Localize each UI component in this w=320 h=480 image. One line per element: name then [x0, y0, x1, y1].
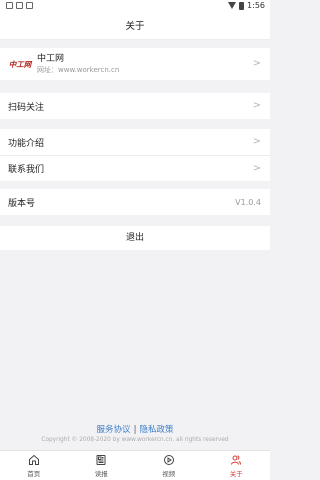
- site-logo: 中工网: [8, 59, 32, 69]
- chevron-right-icon: >: [252, 162, 261, 174]
- tab-home-label: 首页: [27, 469, 41, 478]
- tab-home[interactable]: 首页: [0, 451, 68, 480]
- scan-follow-row[interactable]: 扫码关注 >: [0, 93, 270, 119]
- info-group: 功能介绍 > 联系我们 >: [0, 129, 270, 181]
- scan-group: 扫码关注 >: [0, 93, 270, 119]
- site-name: 中工网: [37, 54, 65, 64]
- status-bar: 1:56: [0, 0, 270, 13]
- tab-read-label: 读报: [94, 469, 108, 478]
- site-url: 网址：www.workercn.cn: [37, 66, 120, 74]
- play-icon: [163, 454, 174, 465]
- tab-about[interactable]: 关于: [203, 451, 271, 480]
- scan-follow-label: 扫码关注: [8, 102, 45, 113]
- users-icon: [231, 455, 242, 465]
- site-info-row[interactable]: 中工网 中工网 网址：www.workercn.cn >: [0, 48, 270, 80]
- tab-about-label: 关于: [229, 469, 243, 478]
- version-label: 版本号: [8, 198, 36, 209]
- status-time: 1:56: [247, 1, 265, 10]
- version-value: V1.0.4: [235, 197, 261, 207]
- notification-icons: [6, 2, 33, 9]
- service-agreement-link[interactable]: 服务协议: [97, 425, 131, 435]
- tab-read[interactable]: 读报: [68, 451, 136, 480]
- notification-icon: [16, 2, 23, 9]
- privacy-policy-link[interactable]: 隐私政策: [139, 425, 173, 435]
- footer-links: 服务协议 | 隐私政策: [0, 423, 270, 435]
- chevron-right-icon: >: [252, 135, 261, 147]
- contact-label: 联系我们: [8, 165, 45, 175]
- copyright-text: Copyright © 2008-2020 by www.workercn.cn…: [41, 437, 229, 443]
- home-icon: [28, 454, 39, 465]
- tab-video-label: 视频: [162, 469, 176, 478]
- chevron-right-icon: >: [252, 57, 261, 69]
- battery-icon: [239, 1, 245, 10]
- tab-video[interactable]: 视频: [135, 451, 203, 480]
- version-group: 版本号 V1.0.4: [0, 189, 270, 215]
- wifi-icon: [228, 2, 237, 9]
- notification-icon: [6, 2, 13, 9]
- features-label: 功能介绍: [8, 138, 45, 149]
- newspaper-icon: [96, 454, 106, 465]
- notification-icon: [26, 2, 33, 9]
- version-row: 版本号 V1.0.4: [0, 189, 270, 215]
- logout-button[interactable]: 退出: [0, 226, 270, 250]
- contact-row[interactable]: 联系我们 >: [0, 155, 270, 181]
- features-row[interactable]: 功能介绍 >: [0, 129, 270, 155]
- footer-separator: |: [133, 425, 137, 435]
- page-title: 关于: [0, 13, 270, 40]
- bottom-tab-bar: 首页 读报 视频 关于: [0, 450, 270, 480]
- site-info-group: 中工网 中工网 网址：www.workercn.cn >: [0, 48, 270, 80]
- chevron-right-icon: >: [252, 99, 261, 111]
